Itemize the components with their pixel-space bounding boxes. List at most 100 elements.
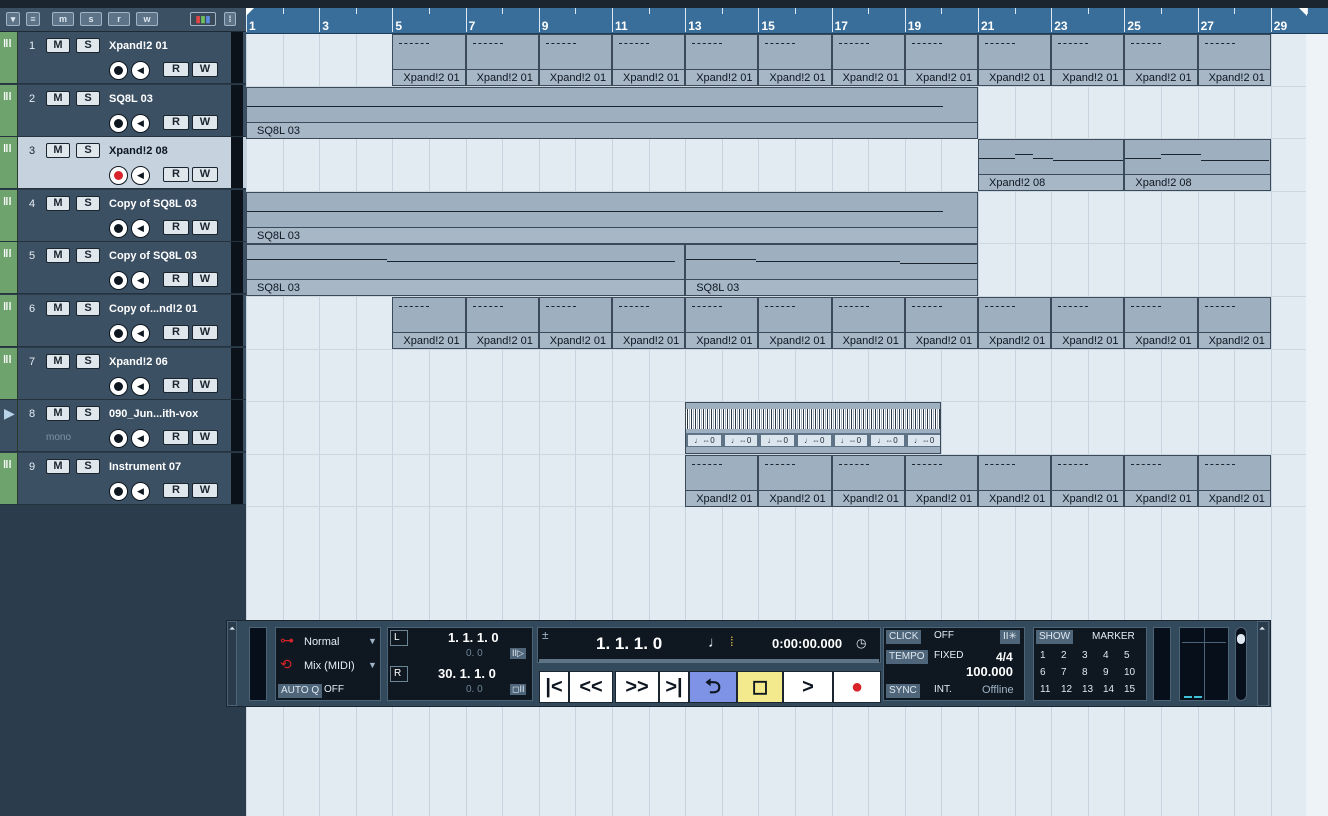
read-automation-button[interactable]: R [163,325,189,340]
left-locator-position[interactable]: 1. 1. 1. 0 [448,630,499,645]
write-automation-button[interactable]: W [192,219,218,235]
track-row[interactable]: ǁǀ 4 M S Copy of SQ8L 03 ◀ R W [0,189,246,242]
primary-time-display[interactable]: 1. 1. 1. 0 [596,634,662,654]
midi-part[interactable]: Xpand!2 01 [465,297,539,349]
midi-part[interactable]: Xpand!2 01 [685,454,759,507]
track-name[interactable]: Xpand!2 06 [109,356,229,368]
midi-part[interactable]: Xpand!2 01 [685,34,759,86]
midi-part[interactable]: Xpand!2 01 [1124,297,1198,349]
midi-part[interactable]: Xpand!2 01 [1197,297,1271,349]
read-automation-button[interactable]: R [163,430,189,446]
midi-part[interactable]: Xpand!2 01 [538,297,612,349]
marker-locate-button[interactable]: 12 [1061,684,1072,695]
track-name[interactable]: Xpand!2 08 [109,145,229,157]
write-automation-button[interactable]: W [192,482,218,498]
record-enable-button[interactable] [109,166,128,186]
midi-part[interactable]: Xpand!2 01 [758,297,832,349]
midi-part[interactable]: Xpand!2 01 [1197,34,1271,86]
marker-locate-button[interactable]: 1 [1040,650,1046,661]
chevron-down-icon[interactable]: ▼ [368,636,377,646]
track-row[interactable]: ǁǀ 3 M S Xpand!2 08 ◀ R W [0,137,246,190]
marker-locate-button[interactable]: 11 [1040,684,1050,695]
write-automation-button[interactable]: W [192,377,218,393]
solo-button[interactable]: S [76,143,100,159]
marker-locate-button[interactable]: 10 [1124,667,1135,678]
midi-part[interactable]: Xpand!2 01 [978,454,1052,507]
marker-locate-button[interactable]: 8 [1082,667,1088,678]
read-automation-button[interactable]: R [163,482,189,498]
cycle-record-mode-select[interactable]: Mix (MIDI) [304,660,355,672]
midi-part[interactable]: Xpand!2 01 [758,454,832,507]
cycle-button[interactable]: ⮌ [689,671,737,703]
track-row[interactable]: ǁǀ 2 M S SQ8L 03 ◀ R W [0,84,246,137]
marker-locate-button[interactable]: 3 [1082,650,1088,661]
solo-button[interactable]: S [76,301,100,316]
audio-event[interactable]: ♩⇔0 ♩⇔0 ♩⇔0 ♩⇔0 ♩⇔0 ♩⇔0 ♩⇔0 [685,402,942,455]
midi-part[interactable]: SQ8L 03 [685,244,978,297]
global-read-button[interactable]: r [108,12,130,26]
clock-icon[interactable]: ◷ [856,636,866,650]
record-enable-button[interactable] [109,218,128,238]
midi-part[interactable]: Xpand!2 01 [685,297,759,349]
solo-button[interactable]: S [76,406,100,422]
global-write-button[interactable]: w [136,12,158,26]
marker-locate-button[interactable]: 15 [1124,684,1135,695]
solo-button[interactable]: S [76,90,100,106]
record-enable-button[interactable] [109,429,128,449]
midi-part[interactable]: Xpand!2 01 [465,34,539,86]
monitor-icon[interactable]: ◀ [131,271,150,291]
read-automation-button[interactable]: R [163,377,189,393]
midi-part[interactable]: Xpand!2 01 [904,34,978,86]
nudge-plus-icon[interactable]: ± [542,628,549,642]
midi-part[interactable]: Xpand!2 01 [978,34,1052,86]
midi-part[interactable]: SQ8L 03 [246,244,686,297]
midi-part[interactable]: SQ8L 03 [246,86,978,139]
monitor-icon[interactable]: ◀ [131,61,150,80]
track-name[interactable]: Instrument 07 [109,461,229,473]
mute-button[interactable]: M [46,38,70,53]
midi-part[interactable]: Xpand!2 01 [392,34,466,86]
record-enable-button[interactable] [109,376,128,396]
record-enable-button[interactable] [109,481,128,501]
midi-part[interactable]: Xpand!2 01 [904,297,978,349]
write-automation-button[interactable]: W [192,430,218,446]
track-row[interactable]: ǁǀ 1 M S Xpand!2 01 ◀ R W [0,32,246,84]
monitor-icon[interactable]: ◀ [131,376,150,396]
solo-button[interactable]: S [76,458,100,474]
mute-button[interactable]: M [46,248,70,264]
time-signature[interactable]: 4/4 [996,650,1013,664]
mute-button[interactable]: M [46,458,70,474]
midi-part[interactable]: Xpand!2 01 [831,297,905,349]
read-automation-button[interactable]: R [163,219,189,235]
go-to-start-button[interactable]: |< [539,671,569,703]
record-enable-button[interactable] [109,324,128,343]
midi-part[interactable]: Xpand!2 01 [1124,34,1198,86]
monitor-icon[interactable]: ◀ [131,429,150,449]
write-automation-button[interactable]: W [192,114,218,130]
midi-part[interactable]: SQ8L 03 [246,191,978,244]
chevron-down-icon[interactable]: ▼ [368,660,377,670]
punch-in-icon[interactable]: II▷ [510,648,526,659]
record-enable-button[interactable] [109,271,128,291]
tempo-button[interactable]: TEMPO [886,650,928,664]
mute-button[interactable]: M [46,301,70,316]
midi-part[interactable]: Xpand!2 08 [978,139,1125,192]
right-locator-marker[interactable] [1299,8,1308,16]
midi-part[interactable]: Xpand!2 01 [758,34,832,86]
marker-locate-button[interactable]: 6 [1040,667,1046,678]
marker-locate-button[interactable]: 4 [1103,650,1109,661]
write-automation-button[interactable]: W [192,62,218,77]
track-row[interactable]: ǁǀ 6 M S Copy of...nd!2 01 ◀ R W [0,295,246,347]
left-locator-icon[interactable]: L [390,630,408,646]
track-row[interactable]: ǁǀ 7 M S Xpand!2 06 ◀ R W [0,347,246,400]
play-button[interactable]: > [783,671,833,703]
track-row[interactable]: ǁǀ 9 M S Instrument 07 ◀ R W [0,452,246,505]
midi-part[interactable]: Xpand!2 01 [612,34,686,86]
midi-part[interactable]: Xpand!2 01 [538,34,612,86]
mute-button[interactable]: M [46,195,70,211]
punch-out-icon[interactable]: ◻II [510,684,527,695]
transport-collapse-handle[interactable]: ⏶ [1257,621,1269,706]
solo-button[interactable]: S [76,353,100,369]
secondary-time-display[interactable]: 0:00:00.000 [772,636,842,651]
right-locator-icon[interactable]: R [390,666,408,682]
